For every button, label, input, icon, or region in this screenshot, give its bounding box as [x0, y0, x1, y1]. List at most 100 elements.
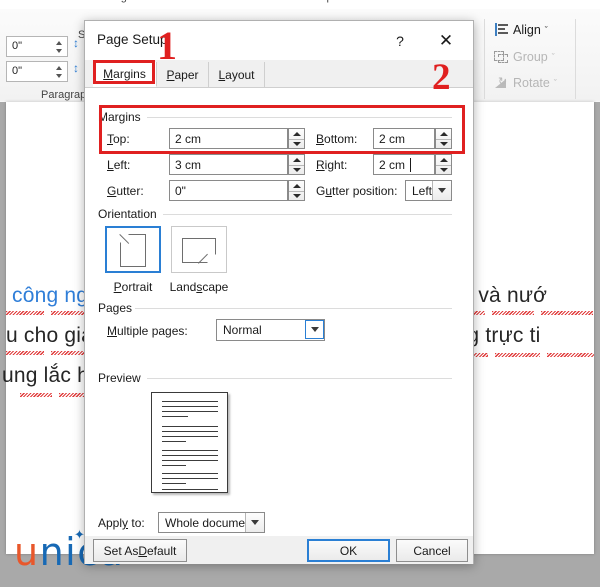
indent-left-value: 0": [12, 40, 23, 52]
bottom-margin-label-key: B: [316, 132, 325, 146]
apply-to-label-pre: Appl: [98, 516, 123, 530]
gutter-label: Gutter:: [107, 184, 144, 198]
pages-group-title: Pages: [98, 301, 133, 315]
tab-layout-key: L: [218, 67, 226, 82]
ribbon-tab-strip: References Mailings Review View Help: [0, 0, 600, 9]
ribbon-tab-references[interactable]: References: [6, 0, 62, 3]
align-chevron-down-icon: ˇ: [544, 24, 548, 35]
right-margin-spinner-up[interactable]: [436, 155, 451, 164]
rotate-button[interactable]: ↻ Rotate ˇ: [494, 75, 557, 90]
cancel-button[interactable]: Cancel: [396, 539, 468, 562]
left-margin-label-key: L: [107, 158, 114, 172]
ribbon-tab-mailings[interactable]: Mailings: [92, 0, 132, 3]
apply-to-label: Apply to:: [98, 516, 145, 530]
apply-to-select[interactable]: Whole document: [158, 512, 265, 533]
gutter-position-select[interactable]: Left: [405, 180, 452, 201]
multiple-pages-value: Normal: [223, 323, 262, 337]
multiple-pages-chevron-down-icon[interactable]: [305, 320, 324, 339]
right-margin-spinner[interactable]: [435, 154, 452, 175]
indent-left-spinbox[interactable]: 0": [6, 36, 68, 57]
top-margin-spinner-up[interactable]: [289, 129, 304, 138]
set-default-pre: Set As: [103, 543, 139, 558]
orientation-portrait-option[interactable]: [105, 226, 161, 273]
gutter-spinner-up[interactable]: [289, 181, 304, 190]
group-label: Group: [513, 49, 548, 64]
bottom-margin-spinner-up[interactable]: [436, 129, 451, 138]
gutter-input[interactable]: 0": [169, 180, 288, 201]
gutter-position-chevron-down-icon[interactable]: [432, 181, 451, 200]
right-margin-spinner-down[interactable]: [436, 165, 451, 174]
left-margin-spinner-up[interactable]: [289, 155, 304, 164]
page-setup-dialog: Page Setup ? ✕ Margins Paper Layout Marg…: [84, 20, 474, 564]
top-margin-spinner-down[interactable]: [289, 139, 304, 148]
tab-layout-post: ayout: [225, 67, 255, 82]
bottom-margin-spinner[interactable]: [435, 128, 452, 149]
gutter-spinner[interactable]: [288, 180, 305, 201]
align-button[interactable]: Align ˇ: [494, 22, 548, 37]
set-as-default-button[interactable]: Set As Default: [93, 539, 187, 562]
spellcheck-squiggle-2: [6, 351, 92, 355]
multiple-pages-label-key: M: [107, 324, 117, 338]
left-margin-spinner[interactable]: [288, 154, 305, 175]
pages-group-rule: [135, 308, 452, 309]
orientation-group-rule: [163, 214, 452, 215]
tab-paper[interactable]: Paper: [157, 62, 209, 87]
portrait-label-post: ortrait: [121, 280, 153, 294]
top-margin-label: Top:: [107, 132, 130, 146]
align-icon: [494, 22, 509, 37]
gutter-position-label-pre: G: [316, 184, 326, 198]
bottom-margin-spinner-down[interactable]: [436, 139, 451, 148]
top-margin-label-post: op:: [113, 132, 130, 146]
gutter-label-key: G: [107, 184, 117, 198]
ribbon-tab-help[interactable]: Help: [310, 0, 333, 3]
right-margin-label: Right:: [316, 158, 347, 172]
rotate-icon: ↻: [494, 75, 509, 90]
ribbon-separator: [484, 19, 485, 99]
right-margin-label-key: R: [316, 158, 325, 172]
orientation-landscape-option[interactable]: [171, 226, 227, 273]
top-margin-input[interactable]: 2 cm: [169, 128, 288, 149]
multiple-pages-label-post: ultiple pages:: [117, 324, 188, 338]
top-margin-spinner[interactable]: [288, 128, 305, 149]
left-margin-label: Left:: [107, 158, 130, 172]
dialog-title: Page Setup: [97, 32, 168, 47]
indent-left-arrows[interactable]: [53, 38, 64, 56]
left-margin-spinner-down[interactable]: [289, 165, 304, 174]
group-button[interactable]: Group ˇ: [494, 49, 555, 64]
tab-margins-post: argins: [113, 67, 146, 81]
dialog-title-bar[interactable]: Page Setup ? ✕: [85, 21, 473, 60]
landscape-label-pre: Land: [169, 280, 197, 294]
ribbon-tab-view[interactable]: View: [250, 0, 274, 3]
margins-group-rule: [147, 117, 452, 118]
indent-right-spinbox[interactable]: 0": [6, 61, 68, 82]
close-icon[interactable]: ✕: [425, 21, 467, 60]
left-margin-input[interactable]: 3 cm: [169, 154, 288, 175]
ribbon-tab-review[interactable]: Review: [176, 0, 212, 3]
apply-to-label-post: to:: [128, 516, 145, 530]
apply-to-chevron-down-icon[interactable]: [245, 513, 264, 532]
tab-layout[interactable]: Layout: [209, 62, 265, 87]
indent-stepper-icon-1: ↕: [73, 36, 79, 50]
gutter-value: 0": [175, 184, 186, 198]
unica-letter-u: u: [14, 530, 40, 574]
multiple-pages-select[interactable]: Normal: [216, 319, 325, 341]
orientation-landscape-label: Landscape: [155, 280, 243, 294]
help-icon[interactable]: ?: [383, 21, 417, 60]
orientation-group-title: Orientation: [98, 207, 157, 221]
spellcheck-squiggle-3: [20, 393, 92, 397]
bottom-margin-label-post: ottom:: [324, 132, 358, 146]
dialog-footer: Set As Default OK Cancel: [85, 536, 473, 564]
screenshot-root: References Mailings Review View Help 0" …: [0, 0, 600, 587]
bottom-margin-input[interactable]: 2 cm: [373, 128, 435, 149]
gutter-position-label: Gutter position:: [316, 184, 397, 198]
apply-to-value: Whole document: [165, 516, 256, 530]
rotate-label: Rotate: [513, 75, 550, 90]
gutter-position-label-post: tter position:: [332, 184, 398, 198]
indent-right-arrows[interactable]: [53, 63, 64, 81]
tab-margins[interactable]: Margins: [93, 62, 157, 87]
multiple-pages-label: Multiple pages:: [107, 324, 188, 338]
gutter-spinner-down[interactable]: [289, 191, 304, 200]
ok-button[interactable]: OK: [307, 539, 390, 562]
right-margin-caret: [410, 158, 411, 172]
right-margin-input[interactable]: 2 cm: [373, 154, 435, 175]
